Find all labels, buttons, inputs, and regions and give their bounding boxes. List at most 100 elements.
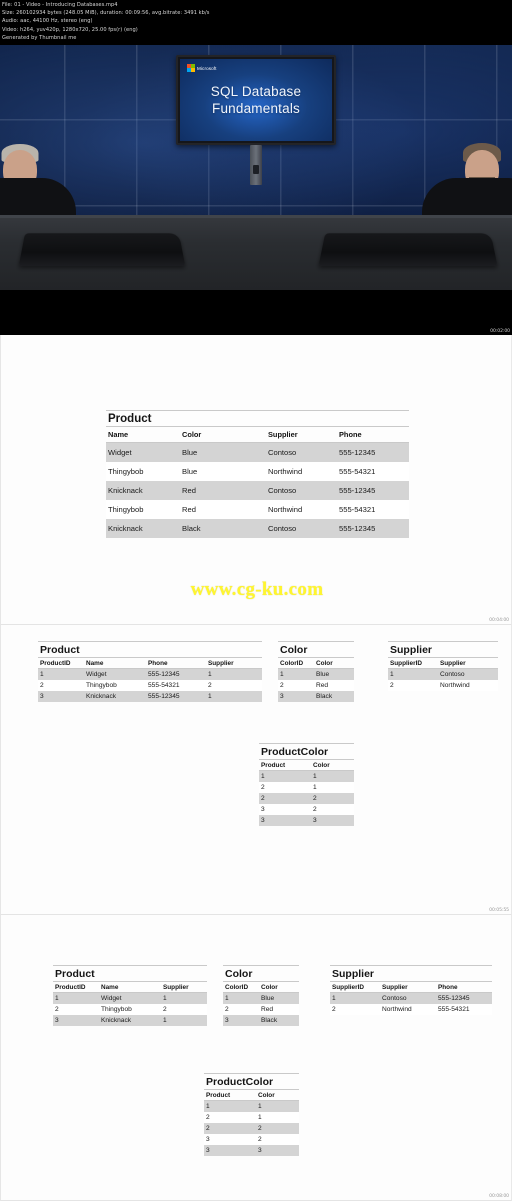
cell: Thingybob <box>99 1004 161 1015</box>
cell: 555-54321 <box>337 500 409 519</box>
column-header: ColorID <box>223 981 259 993</box>
frame-timestamp-3: 00:05:55 <box>489 908 509 913</box>
thumbnail-frame-1[interactable]: Microsoft SQL Database Fundamentals 00:0… <box>0 45 512 335</box>
column-header: Phone <box>436 981 492 993</box>
microsoft-wordmark: Microsoft <box>197 65 217 71</box>
table-row: 1 Blue <box>223 992 299 1004</box>
table-row: Knicknack Red Contoso 555-12345 <box>106 481 409 500</box>
cell: 1 <box>223 992 259 1004</box>
cell: Knicknack <box>99 1015 161 1026</box>
metadata-size: Size: 260102934 bytes (248.05 MiB), dura… <box>2 10 210 17</box>
data-table: Product Color 1 1 2 1 2 2 3 2 3 3 <box>204 1089 299 1156</box>
monitor-screen: Microsoft SQL Database Fundamentals <box>180 59 332 141</box>
cell: 2 <box>223 1004 259 1015</box>
thumbnail-frame-4[interactable]: Product ProductID Name Supplier 1 Widget… <box>0 915 512 1201</box>
cell: 3 <box>204 1134 256 1145</box>
table-row: 1 Widget 1 <box>53 992 207 1004</box>
cell: 1 <box>53 992 99 1004</box>
video-metadata-header: File: 01 - Video - Introducing Databases… <box>0 0 512 45</box>
table-row: 3 Knicknack 555-12345 1 <box>38 691 262 702</box>
cell: Thingybob <box>84 680 146 691</box>
table-color: Color ColorID Color 1 Blue 2 Red 3 Black <box>223 965 299 1026</box>
cell: Widget <box>106 442 180 462</box>
table-color: Color ColorID Color 1 Blue 2 Red 3 Black <box>278 641 354 702</box>
table-row: 2 1 <box>259 782 354 793</box>
thumbnail-sheet: Microsoft SQL Database Fundamentals 00:0… <box>0 45 512 1201</box>
microsoft-logo-icon <box>187 64 195 72</box>
table-row: 2 Thingybob 555-54321 2 <box>38 680 262 691</box>
letterbox-bottom <box>0 290 512 335</box>
table-productcolor: ProductColor Product Color 1 1 2 1 2 2 3… <box>259 743 354 826</box>
cell: 3 <box>259 815 311 826</box>
cell: 2 <box>161 1004 207 1015</box>
cell: Northwind <box>438 680 498 691</box>
cell: Black <box>180 519 266 538</box>
table-title: Product <box>38 641 262 657</box>
table-row: 1 Contoso 555-12345 <box>330 992 492 1004</box>
cell: 2 <box>311 804 354 815</box>
table-row: 2 2 <box>204 1123 299 1134</box>
thumbnail-frame-2[interactable]: Product Name Color Supplier Phone Widget… <box>0 335 512 625</box>
table-title: Product <box>53 965 207 981</box>
table-row: 2 Northwind 555-54321 <box>330 1004 492 1015</box>
table-header-row: ColorID Color <box>278 657 354 669</box>
data-table: Product Color 1 1 2 1 2 2 3 2 3 3 <box>259 759 354 826</box>
cell: Knicknack <box>84 691 146 702</box>
cell: Widget <box>84 668 146 680</box>
cell: 3 <box>256 1145 299 1156</box>
laptop-left <box>18 233 186 267</box>
table-productcolor: ProductColor Product Color 1 1 2 1 2 2 3… <box>204 1073 299 1156</box>
frame-timestamp-1: 00:02:00 <box>490 329 510 334</box>
table-title: Product <box>106 410 409 426</box>
data-table: ProductID Name Supplier 1 Widget 1 2 Thi… <box>53 981 207 1026</box>
column-header: Product <box>204 1089 256 1101</box>
cell: 2 <box>256 1123 299 1134</box>
cell: 1 <box>161 992 207 1004</box>
cell: 555-12345 <box>146 668 206 680</box>
data-table: ProductID Name Phone Supplier 1 Widget 5… <box>38 657 262 702</box>
cell: 1 <box>330 992 380 1004</box>
cell: 1 <box>161 1015 207 1026</box>
metadata-file: File: 01 - Video - Introducing Databases… <box>2 2 118 8</box>
monitor-stand <box>250 145 262 185</box>
table-header-row: Product Color <box>204 1089 299 1101</box>
cell: 1 <box>206 691 262 702</box>
data-table: Name Color Supplier Phone Widget Blue Co… <box>106 426 409 538</box>
cell: 3 <box>53 1015 99 1026</box>
cell: Red <box>314 680 354 691</box>
laptop-right <box>318 233 498 267</box>
column-header: Color <box>259 981 299 993</box>
table-row: 3 2 <box>259 804 354 815</box>
cell: Knicknack <box>106 519 180 538</box>
cell: 2 <box>330 1004 380 1015</box>
metadata-audio: Audio: aac, 44100 Hz, stereo (eng) <box>2 18 93 25</box>
data-table: SupplierID Supplier 1 Contoso 2 Northwin… <box>388 657 498 691</box>
table-header-row: SupplierID Supplier <box>388 657 498 669</box>
cell: 555-12345 <box>337 442 409 462</box>
table-row: Thingybob Blue Northwind 555-54321 <box>106 462 409 481</box>
thumbnail-frame-3[interactable]: Product ProductID Name Phone Supplier 1 … <box>0 625 512 915</box>
column-header: Color <box>314 657 354 669</box>
column-header: Color <box>311 759 354 771</box>
cell: Black <box>259 1015 299 1026</box>
cell: Contoso <box>438 668 498 680</box>
cell: 2 <box>38 680 84 691</box>
cell: Thingybob <box>106 462 180 481</box>
cell: Blue <box>314 668 354 680</box>
microsoft-logo: Microsoft <box>187 64 217 72</box>
table-title: ProductColor <box>259 743 354 759</box>
cell: Blue <box>180 442 266 462</box>
table-row: 3 2 <box>204 1134 299 1145</box>
cell: 555-12345 <box>146 691 206 702</box>
metadata-generator: Generated by Thumbnail me <box>2 34 77 41</box>
table-row: 1 1 <box>204 1100 299 1112</box>
column-header: SupplierID <box>330 981 380 993</box>
cell: Thingybob <box>106 500 180 519</box>
cell: 2 <box>53 1004 99 1015</box>
table-row: 1 Blue <box>278 668 354 680</box>
table-supplier: Supplier SupplierID Supplier Phone 1 Con… <box>330 965 492 1015</box>
cell: 3 <box>223 1015 259 1026</box>
table-header-row: ColorID Color <box>223 981 299 993</box>
table-product: Product ProductID Name Supplier 1 Widget… <box>53 965 207 1026</box>
cell: 1 <box>206 668 262 680</box>
